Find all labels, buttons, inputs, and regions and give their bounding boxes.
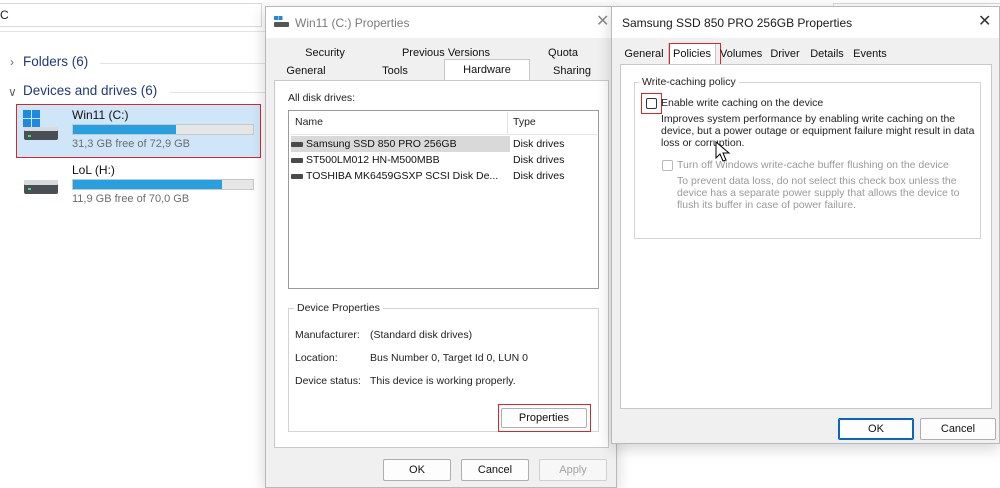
policies-panel: Write-caching policy Enable write cachin… — [620, 64, 992, 409]
highlight-box — [641, 93, 662, 114]
disk-icon — [291, 173, 303, 179]
enable-write-caching-desc: Improves system performance by enabling … — [661, 113, 975, 149]
chevron-down-icon: ∨ — [8, 85, 17, 99]
address-bar[interactable]: C — [0, 3, 262, 27]
all-disk-drives-label: All disk drives: — [288, 92, 356, 104]
tab-events[interactable]: Events — [851, 48, 889, 60]
folders-section-label[interactable]: Folders (6) — [23, 54, 88, 69]
hardware-panel: All disk drives: Name Type Samsung SSD 8… — [274, 80, 609, 448]
list-item[interactable]: ST500LM012 HN-M500MBB — [291, 152, 510, 168]
dialog-title: Win11 (C:) Properties — [295, 16, 410, 30]
drive-title-icon — [274, 15, 290, 27]
close-icon[interactable]: ✕ — [596, 14, 609, 30]
list-item[interactable]: TOSHIBA MK6459GSXP SCSI Disk De... — [291, 168, 510, 184]
column-header-type[interactable]: Type — [513, 116, 536, 128]
manufacturer-value: (Standard disk drives) — [370, 329, 473, 341]
device-properties-group-label: Device Properties — [294, 302, 383, 314]
tab-hardware[interactable]: Hardware — [444, 59, 530, 81]
drive-type: Disk drives — [513, 170, 565, 182]
close-icon[interactable]: ✕ — [978, 14, 991, 30]
header-divider — [290, 134, 597, 135]
drive-type: Disk drives — [513, 138, 565, 150]
devices-section-toggle[interactable]: ∨ — [8, 83, 17, 101]
highlight-box — [669, 43, 721, 65]
disk-icon — [291, 157, 303, 163]
chevron-right-icon: › — [10, 55, 14, 69]
dialog-title: Samsung SSD 850 PRO 256GB Properties — [622, 16, 853, 30]
windows-drive-icon — [22, 109, 64, 143]
tab-general[interactable]: General — [624, 48, 664, 60]
tab-driver[interactable]: Driver — [767, 48, 803, 60]
drive-usage-fill — [73, 125, 176, 134]
location-value: Bus Number 0, Target Id 0, LUN 0 — [370, 352, 528, 364]
turn-off-flush-checkbox — [662, 160, 673, 171]
drive-properties-dialog: Win11 (C:) Properties ✕ Security Previou… — [265, 6, 617, 488]
drive-free-space: 31,3 GB free of 72,9 GB — [72, 138, 191, 150]
drive-model: TOSHIBA MK6459GSXP SCSI Disk De... — [306, 170, 499, 182]
highlight-box — [498, 404, 591, 432]
mouse-cursor-icon — [715, 140, 733, 163]
drive-usage-bar — [72, 179, 254, 190]
apply-button[interactable]: Apply — [539, 459, 607, 481]
folders-section-toggle[interactable]: › — [10, 53, 14, 71]
tab-previous-versions[interactable]: Previous Versions — [386, 47, 506, 59]
tab-volumes[interactable]: Volumes — [720, 48, 762, 60]
disk-drive-list[interactable]: Name Type Samsung SSD 850 PRO 256GB Disk… — [288, 110, 599, 289]
manufacturer-label: Manufacturer: — [295, 329, 360, 341]
drive-type: Disk drives — [513, 154, 565, 166]
device-status-value: This device is working properly. — [370, 375, 516, 387]
ok-button[interactable]: OK — [383, 459, 451, 481]
tab-security[interactable]: Security — [276, 47, 374, 59]
cancel-button[interactable]: Cancel — [920, 418, 996, 440]
section-divider — [100, 63, 265, 64]
devices-section-label[interactable]: Devices and drives (6) — [23, 83, 157, 98]
cancel-button[interactable]: Cancel — [461, 459, 529, 481]
turn-off-flush-desc: To prevent data loss, do not select this… — [677, 175, 960, 211]
device-status-label: Device status: — [295, 375, 361, 387]
drive-icon — [22, 170, 64, 200]
drive-model: ST500LM012 HN-M500MBB — [306, 154, 440, 166]
disk-icon — [291, 141, 303, 147]
drive-usage-bar — [72, 124, 254, 135]
column-header-name[interactable]: Name — [295, 116, 323, 128]
drive-model: Samsung SSD 850 PRO 256GB — [306, 138, 457, 150]
drive-name: Win11 (C:) — [72, 108, 129, 122]
tab-tools[interactable]: Tools — [360, 65, 430, 77]
tab-general[interactable]: General — [276, 65, 336, 77]
drive-usage-fill — [73, 180, 223, 189]
drive-name: LoL (H:) — [72, 163, 115, 177]
ok-button[interactable]: OK — [838, 418, 914, 440]
tab-quota[interactable]: Quota — [518, 47, 608, 59]
device-properties-dialog: Samsung SSD 850 PRO 256GB Properties ✕ G… — [611, 6, 1000, 444]
address-text: C — [0, 8, 9, 22]
enable-write-caching-label[interactable]: Enable write caching on the device — [661, 97, 823, 109]
drive-free-space: 11,9 GB free of 70,0 GB — [72, 193, 190, 205]
tab-details[interactable]: Details — [808, 48, 846, 60]
location-label: Location: — [295, 352, 338, 364]
section-divider — [170, 92, 265, 93]
write-caching-group-label: Write-caching policy — [639, 76, 739, 88]
tab-sharing[interactable]: Sharing — [536, 65, 608, 77]
column-divider[interactable] — [507, 112, 508, 134]
list-item[interactable]: Samsung SSD 850 PRO 256GB — [291, 136, 510, 152]
